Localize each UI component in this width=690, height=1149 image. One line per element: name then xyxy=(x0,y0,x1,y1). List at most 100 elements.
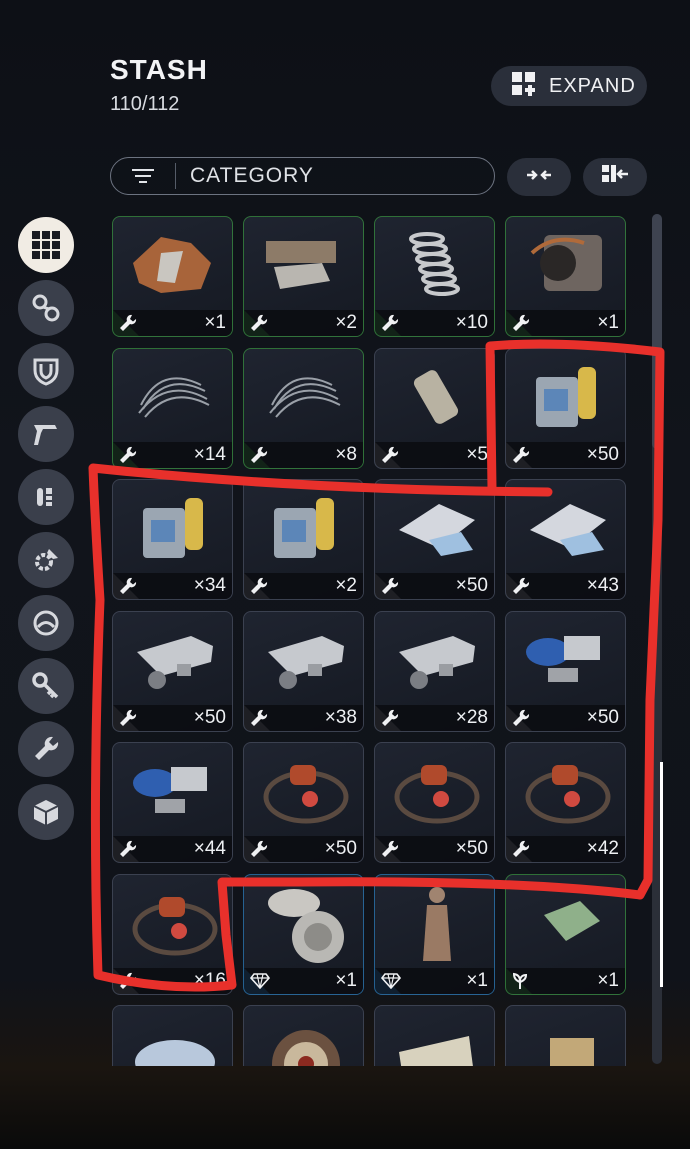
wrench-icon xyxy=(119,972,137,990)
item-footer: ×2 xyxy=(244,573,363,599)
package-image xyxy=(514,1012,618,1066)
item-quantity: ×38 xyxy=(324,706,357,728)
item-quantity: ×50 xyxy=(586,706,619,728)
item-quantity: ×50 xyxy=(455,838,488,859)
sidebar-item-ring[interactable] xyxy=(18,595,74,651)
item-footer: ×34 xyxy=(113,573,232,599)
sidebar-item-key[interactable] xyxy=(18,658,74,714)
wrench-icon xyxy=(512,314,530,332)
chemicals-image xyxy=(121,486,225,570)
attachments-icon xyxy=(31,293,61,323)
item-footer: ×38 xyxy=(244,704,363,731)
stash-capacity: 110/112 xyxy=(110,93,180,115)
stash-item-rubber-coil[interactable]: ×16 xyxy=(112,873,233,995)
stash-item-dartboard[interactable] xyxy=(243,1005,364,1066)
stash-item-chemicals[interactable]: ×2 xyxy=(243,479,364,600)
stash-item-metal-bracket[interactable]: ×50 xyxy=(112,610,233,732)
stash-item-fabric[interactable]: ×43 xyxy=(505,479,626,600)
shield-icon xyxy=(31,356,61,386)
wrench-icon xyxy=(512,840,530,858)
blue-bracket-image xyxy=(121,749,225,833)
stash-item-wires[interactable]: ×8 xyxy=(243,347,364,469)
metal-parts-image xyxy=(252,223,356,307)
wrench-icon xyxy=(250,840,268,858)
item-footer: ×5 xyxy=(375,441,494,468)
stash-item-rubber-coil[interactable]: ×42 xyxy=(505,742,626,863)
diamond-icon xyxy=(250,972,270,989)
sidebar-item-wrench[interactable] xyxy=(18,721,74,777)
gear-crafting-icon xyxy=(31,545,61,575)
sidebar-item-box[interactable] xyxy=(18,784,74,840)
wrench-icon xyxy=(119,577,137,595)
item-footer: ×28 xyxy=(375,704,494,731)
stash-item-rubber-coil[interactable]: ×50 xyxy=(243,742,364,863)
category-sidebar xyxy=(18,217,76,847)
stash-item-leather-scraps[interactable]: ×1 xyxy=(112,216,233,337)
chemicals-image xyxy=(514,355,618,439)
wrench-icon xyxy=(250,709,268,727)
sidebar-item-gear-crafting[interactable] xyxy=(18,532,74,588)
item-quantity: ×2 xyxy=(335,312,357,333)
item-footer: ×50 xyxy=(375,573,494,599)
scrollbar-thumb[interactable] xyxy=(652,214,662,449)
sidebar-item-ammo[interactable] xyxy=(18,469,74,525)
dartboard-image xyxy=(252,1012,356,1066)
diamond-icon xyxy=(381,972,401,989)
stash-item-wires[interactable]: ×14 xyxy=(112,347,233,469)
sidebar-item-weapon[interactable] xyxy=(18,406,74,462)
item-quantity: ×50 xyxy=(586,443,619,465)
sidebar-item-shield[interactable] xyxy=(18,343,74,399)
item-footer: ×1 xyxy=(506,967,625,994)
wrench-icon xyxy=(119,709,137,727)
stash-item-map[interactable] xyxy=(374,1005,495,1066)
item-footer: ×16 xyxy=(113,967,232,994)
item-footer: ×50 xyxy=(375,836,494,862)
item-footer: ×1 xyxy=(506,310,625,336)
stash-item-disc-device[interactable]: ×1 xyxy=(243,873,364,995)
wrench-icon xyxy=(381,314,399,332)
spring-image xyxy=(383,223,487,307)
category-filter[interactable]: CATEGORY xyxy=(110,157,495,195)
item-quantity: ×5 xyxy=(466,443,488,465)
sidebar-item-attachments[interactable] xyxy=(18,280,74,336)
stash-item-metal-parts[interactable]: ×2 xyxy=(243,216,364,337)
stash-item-rubber-coil[interactable]: ×50 xyxy=(374,742,495,863)
stash-item-chemicals[interactable]: ×50 xyxy=(505,347,626,469)
blue-bracket-image xyxy=(514,618,618,702)
stash-item-green-item[interactable]: ×1 xyxy=(505,873,626,995)
motor-image xyxy=(514,223,618,307)
stash-item-blue-bracket[interactable]: ×50 xyxy=(505,610,626,732)
item-quantity: ×1 xyxy=(204,312,226,333)
sort-left-icon xyxy=(601,164,629,191)
stash-item-statue[interactable]: ×1 xyxy=(374,873,495,995)
rubber-coil-image xyxy=(121,881,225,965)
item-footer: ×50 xyxy=(113,704,232,731)
leaf-icon xyxy=(512,972,528,990)
metal-bracket-image xyxy=(252,618,356,702)
disc-device-image xyxy=(252,881,356,965)
bowl-image xyxy=(121,1012,225,1066)
fabric-image xyxy=(514,486,618,570)
sidebar-item-grid[interactable] xyxy=(18,217,74,273)
stash-item-motor[interactable]: ×1 xyxy=(505,216,626,337)
stash-item-chemicals[interactable]: ×34 xyxy=(112,479,233,600)
stash-item-bowl[interactable] xyxy=(112,1005,233,1066)
sort-button[interactable] xyxy=(583,158,647,196)
item-quantity: ×28 xyxy=(455,706,488,728)
item-quantity: ×43 xyxy=(586,575,619,596)
expand-button[interactable]: EXPAND xyxy=(491,66,647,106)
item-footer: ×43 xyxy=(506,573,625,599)
wrench-icon xyxy=(119,314,137,332)
collapse-button[interactable] xyxy=(507,158,571,196)
wrench-icon xyxy=(250,446,268,464)
stash-item-canister[interactable]: ×5 xyxy=(374,347,495,469)
stash-item-spring[interactable]: ×10 xyxy=(374,216,495,337)
stash-item-metal-bracket[interactable]: ×28 xyxy=(374,610,495,732)
stash-item-fabric[interactable]: ×50 xyxy=(374,479,495,600)
stash-item-metal-bracket[interactable]: ×38 xyxy=(243,610,364,732)
stash-item-blue-bracket[interactable]: ×44 xyxy=(112,742,233,863)
stash-item-package[interactable] xyxy=(505,1005,626,1066)
item-footer: ×44 xyxy=(113,836,232,862)
category-label: CATEGORY xyxy=(190,164,314,187)
metal-bracket-image xyxy=(121,618,225,702)
